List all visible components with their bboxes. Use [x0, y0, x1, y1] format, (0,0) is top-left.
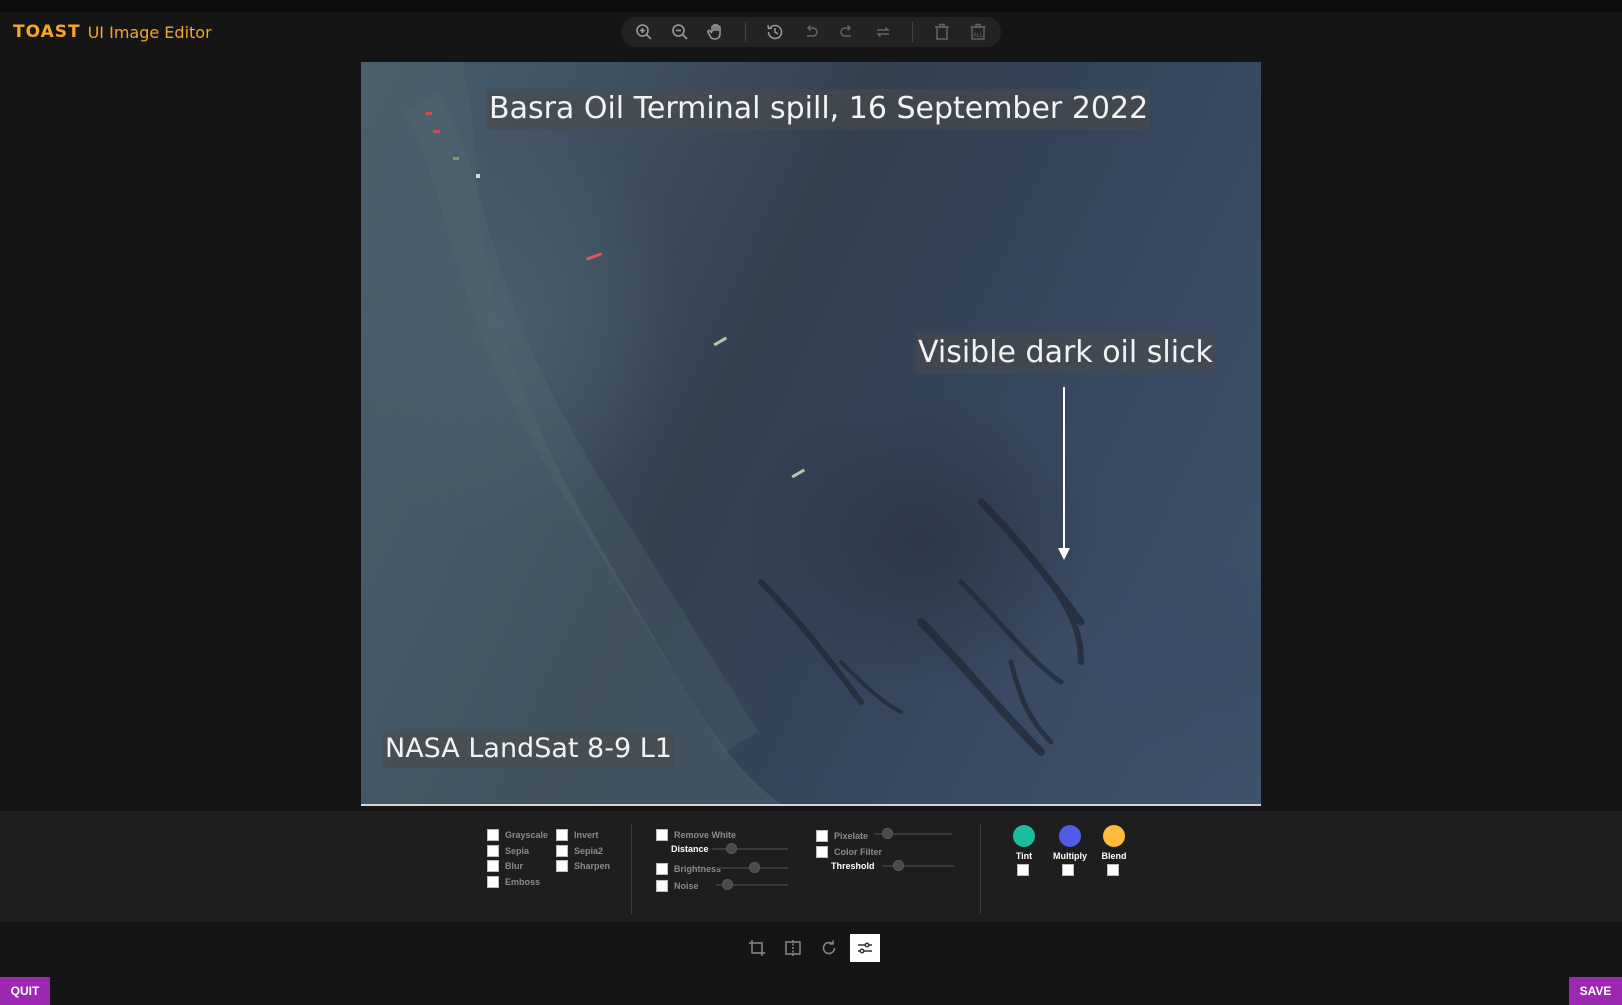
hand-icon[interactable] — [701, 19, 731, 45]
panel-divider — [631, 824, 632, 914]
blur-checkbox[interactable] — [487, 860, 499, 872]
sepia-label: Sepia — [505, 846, 530, 856]
history-icon[interactable] — [760, 19, 790, 45]
crop-icon[interactable] — [742, 934, 772, 962]
sepia2-checkbox[interactable] — [556, 845, 568, 857]
product-name: UI Image Editor — [87, 22, 212, 42]
filter-brightness[interactable]: Brightness — [656, 863, 721, 875]
sepia-checkbox[interactable] — [487, 845, 499, 857]
undo-icon[interactable] — [796, 19, 826, 45]
quit-button[interactable]: QUIT — [0, 977, 50, 1005]
blur-label: Blur — [505, 861, 523, 871]
blend-color-swatch[interactable] — [1103, 825, 1125, 847]
multiply-color-swatch[interactable] — [1059, 825, 1081, 847]
filter-emboss[interactable]: Emboss — [487, 876, 540, 888]
filter-sepia[interactable]: Sepia — [487, 845, 529, 857]
invert-label: Invert — [574, 830, 599, 840]
noise-label: Noise — [674, 881, 699, 891]
redo-icon[interactable] — [832, 19, 862, 45]
remove-white-label: Remove White — [674, 830, 737, 840]
filter-color-filter[interactable]: Color Filter — [816, 846, 882, 858]
title-caption[interactable]: Basra Oil Terminal spill, 16 September 2… — [487, 89, 1151, 130]
tint-color-swatch[interactable] — [1013, 825, 1035, 847]
noise-slider-knob[interactable] — [722, 879, 733, 890]
brightness-checkbox[interactable] — [656, 863, 668, 875]
menu-divider — [912, 22, 913, 42]
tint-label: Tint — [1015, 851, 1033, 861]
distance-slider-knob[interactable] — [726, 843, 737, 854]
threshold-slider-knob[interactable] — [893, 860, 904, 871]
blend-checkbox[interactable] — [1107, 864, 1119, 876]
top-strip — [0, 0, 1622, 12]
color-filter-label: Color Filter — [834, 847, 883, 857]
main-menu: ALL — [621, 17, 1001, 47]
panel-divider — [980, 824, 981, 914]
filter-grayscale[interactable]: Grayscale — [487, 829, 548, 841]
app-logo: TOAST UI Image Editor — [13, 20, 212, 44]
image-canvas[interactable]: Basra Oil Terminal spill, 16 September 2… — [361, 62, 1261, 806]
filter-pixelate[interactable]: Pixelate — [816, 830, 868, 842]
annotation-arrowhead — [1058, 548, 1070, 560]
tint-checkbox[interactable] — [1017, 864, 1029, 876]
filter-remove-white[interactable]: Remove White — [656, 829, 736, 841]
delete-all-icon[interactable]: ALL — [963, 19, 993, 45]
invert-checkbox[interactable] — [556, 829, 568, 841]
distance-slider-track[interactable] — [712, 848, 788, 850]
menu-divider — [745, 22, 746, 42]
pixelate-slider-knob[interactable] — [882, 828, 893, 839]
brightness-slider-knob[interactable] — [749, 862, 760, 873]
filter-panel: Grayscale Sepia Blur Emboss Invert Sepia… — [0, 811, 1622, 922]
blend-label: Blend — [1101, 851, 1127, 861]
brightness-label: Brightness — [674, 864, 722, 874]
threshold-label: Threshold — [831, 861, 875, 871]
svg-text:ALL: ALL — [973, 33, 984, 39]
noise-checkbox[interactable] — [656, 880, 668, 892]
grayscale-checkbox[interactable] — [487, 829, 499, 841]
source-caption[interactable]: NASA LandSat 8-9 L1 — [383, 731, 674, 768]
distance-label: Distance — [671, 844, 709, 854]
slick-caption[interactable]: Visible dark oil slick — [916, 333, 1215, 374]
tool-menu — [0, 922, 1622, 972]
filter-sharpen[interactable]: Sharpen — [556, 860, 610, 872]
filter-noise[interactable]: Noise — [656, 880, 699, 892]
sepia2-label: Sepia2 — [574, 846, 604, 856]
multiply-label: Multiply — [1053, 851, 1087, 861]
filter-blur[interactable]: Blur — [487, 860, 523, 872]
emboss-checkbox[interactable] — [487, 876, 499, 888]
flip-icon[interactable] — [778, 934, 808, 962]
emboss-label: Emboss — [505, 877, 541, 887]
sharpen-checkbox[interactable] — [556, 860, 568, 872]
pixelate-label: Pixelate — [834, 831, 869, 841]
grayscale-label: Grayscale — [505, 830, 549, 840]
filter-invert[interactable]: Invert — [556, 829, 599, 841]
satellite-image — [361, 62, 1085, 804]
filter-icon[interactable] — [850, 934, 880, 962]
color-filter-checkbox[interactable] — [816, 846, 828, 858]
zoom-in-icon[interactable] — [629, 19, 659, 45]
remove-white-checkbox[interactable] — [656, 829, 668, 841]
sharpen-label: Sharpen — [574, 861, 611, 871]
filter-sepia2[interactable]: Sepia2 — [556, 845, 603, 857]
zoom-out-icon[interactable] — [665, 19, 695, 45]
save-button[interactable]: SAVE — [1569, 977, 1622, 1005]
reset-icon[interactable] — [868, 19, 898, 45]
rotate-icon[interactable] — [814, 934, 844, 962]
multiply-checkbox[interactable] — [1062, 864, 1074, 876]
pixelate-checkbox[interactable] — [816, 830, 828, 842]
delete-icon[interactable] — [927, 19, 957, 45]
brand-name: TOAST — [13, 22, 81, 42]
